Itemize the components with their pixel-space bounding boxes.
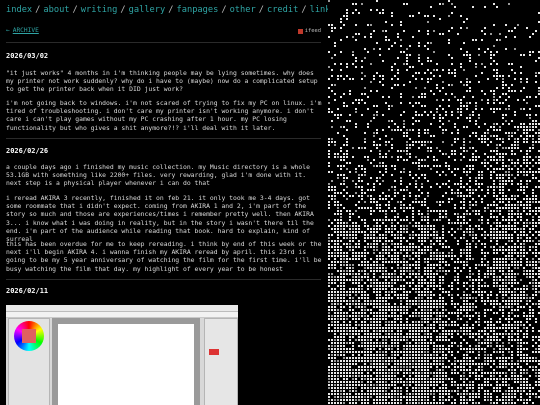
post-paragraph: this has been overdue for me to keep rer… — [6, 240, 322, 273]
nav-separator: / — [301, 5, 307, 15]
back-arrow-icon: ← — [6, 27, 10, 34]
post-screenshot-image — [6, 305, 238, 405]
divider — [6, 279, 321, 280]
nav-writing[interactable]: writing — [81, 5, 118, 15]
color-wheel-icon — [14, 321, 44, 351]
nav-separator: / — [168, 5, 174, 15]
city-dither-art — [328, 0, 540, 404]
nav-other[interactable]: other — [230, 5, 256, 15]
nav-separator: / — [221, 5, 227, 15]
top-nav: index / about / writing / gallery / fanpages / oth… — [6, 5, 336, 15]
screenshot-titlebar — [6, 305, 238, 312]
nav-separator: / — [120, 5, 126, 15]
post-date: 2026/02/11 — [6, 287, 49, 295]
post-paragraph: i'm not going back to windows. i'm not s… — [6, 99, 322, 132]
post-paragraph: "it just works" 4 months in i'm thinking… — [6, 69, 318, 94]
archive-link[interactable]: ← ARCHIVE — [6, 27, 39, 34]
nav-gallery[interactable]: gallery — [129, 5, 166, 15]
archive-label: ARCHIVE — [12, 27, 39, 34]
nav-fanpages[interactable]: fanpages — [177, 5, 219, 15]
screenshot-color-panel — [8, 318, 50, 405]
nav-separator: / — [258, 5, 264, 15]
nav-index[interactable]: index — [6, 5, 32, 15]
post-date: 2026/03/02 — [6, 52, 49, 60]
nav-separator: / — [72, 5, 78, 15]
nav-separator: / — [35, 5, 41, 15]
screenshot-canvas — [52, 318, 200, 405]
post-date: 2026/02/26 — [6, 147, 49, 155]
screenshot-layer-panel — [204, 318, 238, 405]
page: index / about / writing / gallery / fanpages / oth… — [0, 0, 540, 405]
main-column: index / about / writing / gallery / fanpages / oth… — [0, 0, 336, 405]
divider — [6, 138, 321, 139]
nav-about[interactable]: about — [43, 5, 69, 15]
decorative-city-image — [328, 0, 540, 405]
feed-icon — [297, 28, 303, 34]
feed-label: ifeed — [304, 28, 321, 34]
nav-credit[interactable]: credit — [267, 5, 298, 15]
post-paragraph: i reread AKIRA 3 recently, finished it o… — [6, 194, 314, 244]
divider — [6, 42, 321, 43]
feed-link[interactable]: ifeed — [297, 28, 321, 34]
post-paragraph: a couple days ago i finished my music co… — [6, 163, 310, 188]
